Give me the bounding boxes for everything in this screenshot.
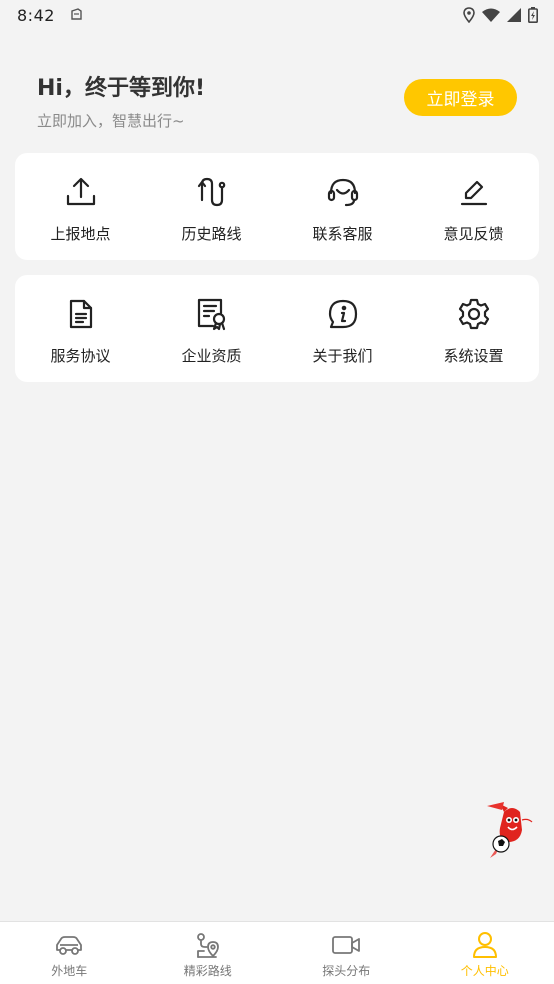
grid-item-label: 系统设置 xyxy=(443,347,504,365)
quick-actions-card: 上报地点 历史路线 联系客服 意见反馈 xyxy=(15,153,539,260)
status-bar: 8:42 xyxy=(0,0,554,30)
map-route-icon xyxy=(193,931,223,959)
tab-camera-distribution[interactable]: 探头分布 xyxy=(277,922,416,984)
wifi-icon xyxy=(482,8,500,22)
user-icon xyxy=(470,931,500,959)
profile-header: Hi，终于等到你! 立即加入，智慧出行~ 立即登录 xyxy=(37,70,517,130)
grid-item-label: 联系客服 xyxy=(312,225,373,243)
document-icon xyxy=(64,297,98,331)
tab-featured-routes[interactable]: 精彩路线 xyxy=(139,922,278,984)
mascot-icon xyxy=(487,802,533,858)
grid-item-label: 意见反馈 xyxy=(443,225,504,243)
upload-icon xyxy=(64,175,98,209)
grid-item-route-history[interactable]: 历史路线 xyxy=(146,153,277,260)
location-icon xyxy=(463,7,475,23)
grid-item-system-settings[interactable]: 系统设置 xyxy=(408,275,539,382)
tab-personal-center[interactable]: 个人中心 xyxy=(416,922,554,984)
tab-out-of-town-car[interactable]: 外地车 xyxy=(0,922,139,984)
headset-icon xyxy=(326,175,360,209)
grid-item-about-us[interactable]: 关于我们 xyxy=(277,275,408,382)
grid-item-feedback[interactable]: 意见反馈 xyxy=(408,153,539,260)
notification-icon xyxy=(69,6,83,25)
camera-icon xyxy=(331,931,361,959)
grid-item-enterprise-qualification[interactable]: 企业资质 xyxy=(146,275,277,382)
signal-icon xyxy=(507,8,521,22)
grid-item-report-location[interactable]: 上报地点 xyxy=(15,153,146,260)
tab-label: 外地车 xyxy=(51,964,88,978)
edit-pen-icon xyxy=(457,175,491,209)
tab-label: 个人中心 xyxy=(460,964,509,978)
grid-item-label: 上报地点 xyxy=(50,225,111,243)
grid-item-label: 企业资质 xyxy=(181,347,242,365)
bottom-tab-bar: 外地车 精彩路线 探头分布 个人中心 xyxy=(0,921,554,984)
car-icon xyxy=(54,931,84,959)
login-button[interactable]: 立即登录 xyxy=(404,79,517,116)
battery-icon xyxy=(528,7,538,23)
info-links-card: 服务协议 企业资质 关于我们 系统设置 xyxy=(15,275,539,382)
grid-item-label: 历史路线 xyxy=(181,225,242,243)
info-icon xyxy=(326,297,360,331)
tab-label: 探头分布 xyxy=(322,964,371,978)
route-history-icon xyxy=(195,175,229,209)
mascot-floating-button[interactable] xyxy=(482,800,540,860)
grid-item-label: 关于我们 xyxy=(312,347,373,365)
gear-icon xyxy=(457,297,491,331)
status-time: 8:42 xyxy=(17,5,55,25)
grid-item-label: 服务协议 xyxy=(50,347,111,365)
grid-item-service-agreement[interactable]: 服务协议 xyxy=(15,275,146,382)
certificate-icon xyxy=(195,297,229,331)
grid-item-customer-service[interactable]: 联系客服 xyxy=(277,153,408,260)
tab-label: 精彩路线 xyxy=(183,964,232,978)
